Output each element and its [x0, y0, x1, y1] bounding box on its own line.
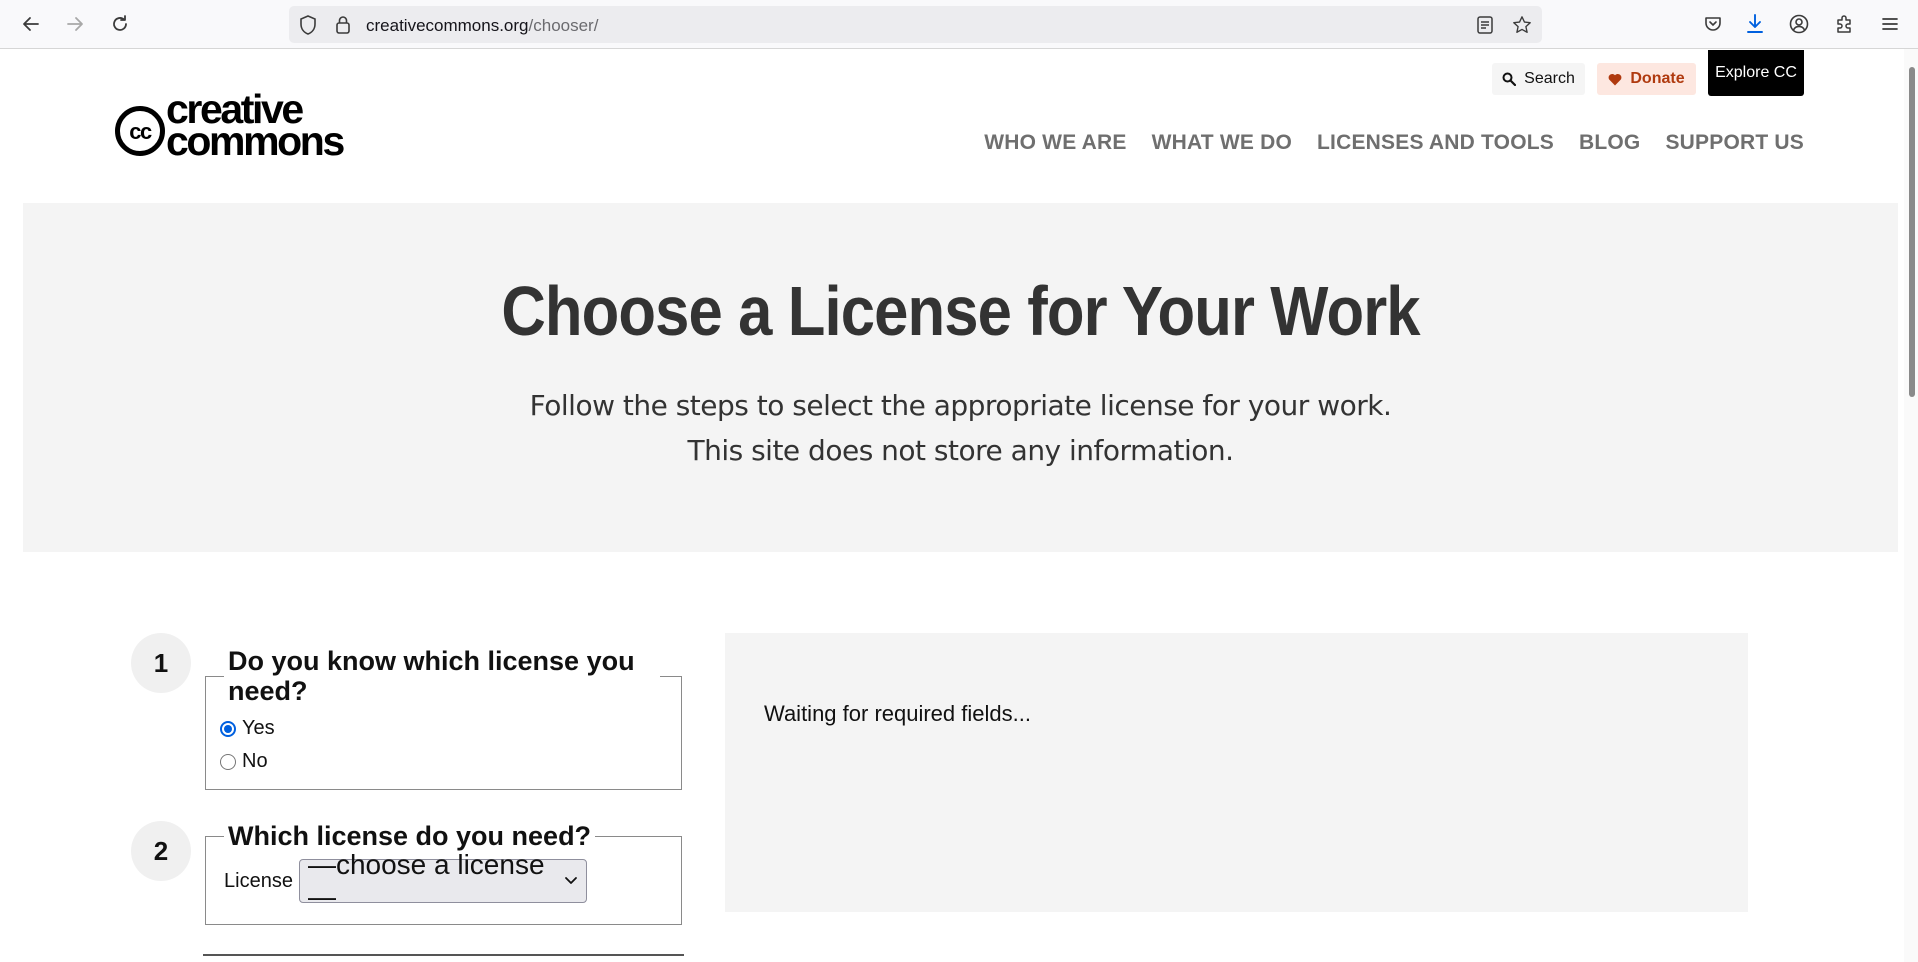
reload-icon[interactable]	[106, 10, 134, 38]
result-status: Waiting for required fields...	[764, 701, 1031, 726]
license-field-label: License	[224, 869, 293, 892]
account-icon[interactable]	[1786, 11, 1812, 37]
extensions-icon[interactable]	[1831, 11, 1857, 37]
yes-label[interactable]: Yes	[242, 717, 275, 740]
no-label[interactable]: No	[242, 750, 268, 773]
donate-label: Donate	[1630, 70, 1685, 87]
license-field: License —choose a license—	[224, 849, 663, 912]
chevron-down-icon	[564, 876, 578, 886]
svg-text:cc: cc	[129, 119, 152, 144]
search-icon	[1502, 72, 1517, 86]
download-icon[interactable]	[1742, 11, 1768, 37]
pocket-icon[interactable]	[1700, 11, 1726, 37]
step-1-fieldset: Do you know which license you need? Yes …	[205, 646, 682, 790]
url-text[interactable]: creativecommons.org/chooser/	[366, 16, 598, 36]
reader-view-icon[interactable]	[1475, 15, 1495, 35]
page-scrollbar-thumb[interactable]	[1909, 67, 1915, 397]
yes-option[interactable]: Yes	[220, 712, 663, 745]
forward-icon[interactable]	[61, 10, 89, 38]
donate-button[interactable]: Donate	[1597, 63, 1696, 95]
browser-toolbar: creativecommons.org/chooser/	[0, 0, 1918, 49]
search-label: Search	[1524, 70, 1575, 87]
license-select[interactable]: —choose a license—	[298, 849, 587, 912]
logo-word-bottom: commons	[166, 118, 345, 164]
explore-cc-label: Explore CC	[1715, 64, 1797, 81]
page-scrollbar[interactable]	[1904, 49, 1918, 962]
nav-licenses-and-tools[interactable]: LICENSES AND TOOLS	[1317, 131, 1554, 155]
menu-icon[interactable]	[1877, 11, 1903, 37]
heart-icon	[1608, 73, 1622, 86]
no-option[interactable]: No	[220, 745, 663, 778]
url-path: /chooser/	[528, 16, 599, 35]
hero-subtitle-line2: This site does not store any information…	[687, 434, 1234, 467]
page-title: Choose a License for Your Work	[501, 272, 1420, 350]
back-icon[interactable]	[17, 10, 45, 38]
step-2-question: Which license do you need?	[228, 821, 592, 851]
step-1-question: Do you know which license you need?	[228, 646, 635, 706]
step-2-fieldset: Which license do you need? License —choo…	[205, 821, 682, 925]
url-domain: creativecommons.org	[366, 16, 529, 35]
license-select-value: —choose a license—	[307, 849, 545, 912]
logo-wordmark: creative commons	[166, 89, 345, 164]
url-bar[interactable]: creativecommons.org/chooser/	[289, 6, 1542, 43]
shield-icon[interactable]	[298, 15, 318, 35]
step-2-number: 2	[131, 821, 191, 881]
step-1-number: 1	[131, 633, 191, 693]
nav-support-us[interactable]: SUPPORT US	[1665, 131, 1804, 155]
cc-logo-icon: cc	[115, 106, 165, 156]
result-panel: Waiting for required fields...	[725, 633, 1748, 912]
nav-who-we-are[interactable]: WHO WE ARE	[984, 131, 1126, 155]
creative-commons-logo[interactable]: cc creative commons	[114, 89, 359, 162]
nav-what-we-do[interactable]: WHAT WE DO	[1152, 131, 1292, 155]
search-button[interactable]: Search	[1492, 63, 1585, 95]
yes-radio[interactable]	[220, 720, 236, 737]
explore-cc-button[interactable]: Explore CC	[1708, 50, 1804, 96]
nav-blog[interactable]: BLOG	[1579, 131, 1640, 155]
hero-subtitle-line1: Follow the steps to select the appropria…	[529, 389, 1392, 422]
main-nav: WHO WE ARE WHAT WE DO LICENSES AND TOOLS…	[984, 131, 1804, 155]
lock-icon[interactable]	[333, 15, 353, 35]
hero: Choose a License for Your Work Follow th…	[23, 203, 1898, 552]
no-radio[interactable]	[220, 753, 236, 770]
bookmark-star-icon[interactable]	[1512, 15, 1532, 35]
section-divider	[203, 954, 684, 956]
